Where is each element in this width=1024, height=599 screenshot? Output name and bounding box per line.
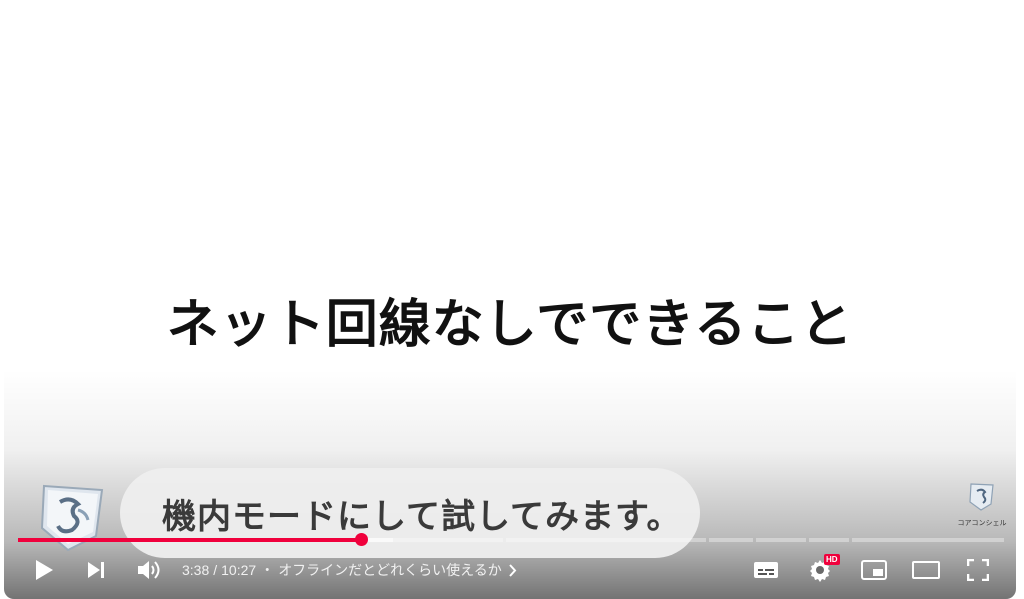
brand-name: コアコンシェル	[957, 519, 1007, 527]
settings-button[interactable]: HD	[800, 550, 840, 590]
chapter-separator: ・	[260, 562, 275, 578]
played-bar	[18, 538, 362, 542]
time-display: 3:38 / 10:27 ・ オフラインだとどれくらい使えるか	[182, 560, 517, 580]
chapter-segment[interactable]	[506, 538, 706, 542]
chapter-segment[interactable]	[809, 538, 849, 542]
scrubber-handle[interactable]	[354, 533, 368, 546]
hd-badge: HD	[824, 554, 840, 565]
play-icon	[36, 560, 53, 580]
next-button[interactable]	[78, 550, 114, 590]
chapter-title-button[interactable]: オフラインだとどれくらい使えるか	[278, 560, 517, 580]
slide-title: ネット回線なしでできること	[166, 295, 854, 355]
play-button[interactable]	[26, 550, 62, 590]
subtitles-button[interactable]	[746, 550, 786, 590]
time-separator: /	[213, 562, 218, 578]
theater-mode-button[interactable]	[906, 550, 946, 590]
miniplayer-button[interactable]	[854, 550, 894, 590]
next-icon	[88, 562, 104, 578]
fullscreen-button[interactable]	[958, 550, 998, 590]
chapter-segment[interactable]	[756, 538, 806, 542]
miniplayer-icon	[861, 560, 887, 580]
video-player[interactable]: ネット回線なしでできること 機内モードにして試してみます。 コアコンシェル 3:…	[4, 0, 1016, 599]
chapter-title: オフラインだとどれくらい使えるか	[278, 562, 502, 578]
caption-text: 機内モードにして試してみます。	[120, 468, 700, 558]
volume-icon	[138, 561, 160, 579]
current-time: 3:38	[182, 562, 210, 578]
fullscreen-icon	[967, 559, 989, 581]
brand-logo-icon	[969, 483, 994, 511]
chevron-right-icon	[509, 563, 517, 577]
volume-button[interactable]	[130, 550, 170, 590]
channel-branding-watermark[interactable]: コアコンシェル	[956, 482, 1008, 532]
duration: 10:27	[221, 562, 257, 578]
progress-bar[interactable]	[18, 533, 1004, 546]
channel-logo-watermark	[38, 480, 108, 554]
chapter-segment[interactable]	[709, 538, 753, 542]
subtitles-icon	[754, 562, 778, 578]
player-controls: 3:38 / 10:27 ・ オフラインだとどれくらい使えるか HD	[4, 550, 1016, 590]
theater-mode-icon	[912, 561, 940, 579]
chapter-segment[interactable]	[852, 538, 1004, 542]
